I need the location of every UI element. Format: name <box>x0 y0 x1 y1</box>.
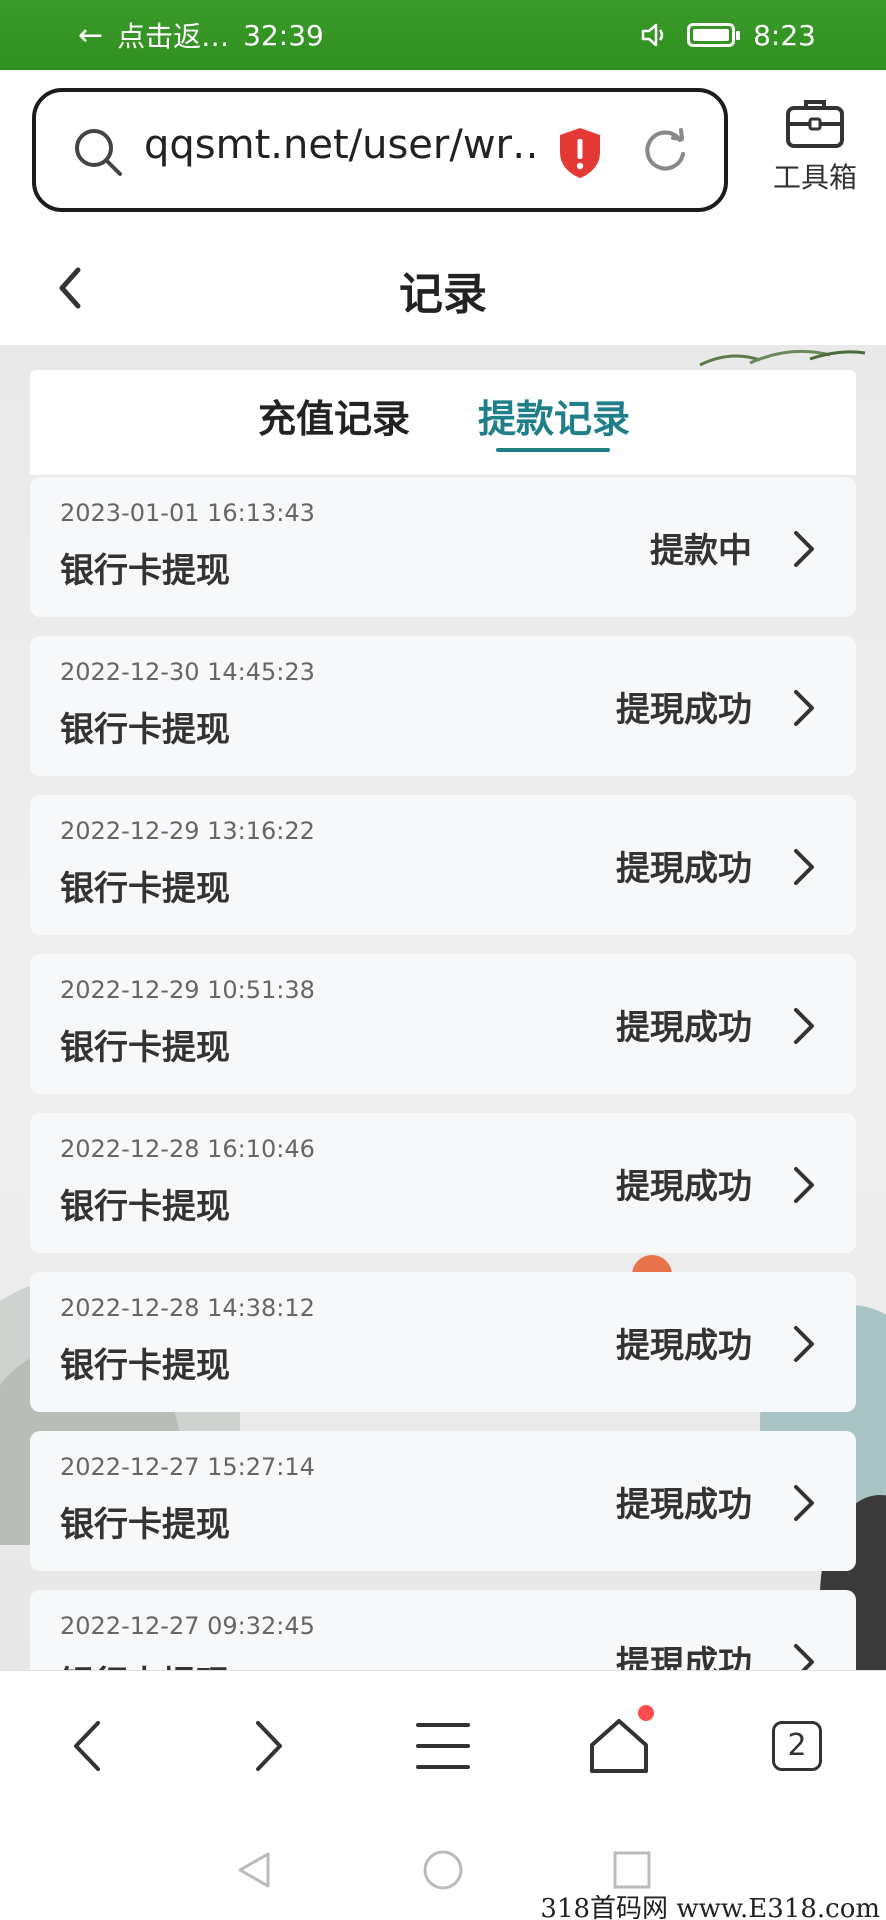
tab-withdrawal-records[interactable]: 提款记录 <box>478 388 630 443</box>
record-tabs: 充值记录 提款记录 <box>30 370 856 475</box>
chevron-right-icon <box>794 1485 814 1521</box>
list-item[interactable]: 2023-01-01 16:13:43 银行卡提现 提款中 <box>30 477 856 617</box>
list-item[interactable]: 2022-12-30 14:45:23 银行卡提现 提現成功 <box>30 636 856 776</box>
page-header: 记录 <box>0 230 886 345</box>
records-list: 2023-01-01 16:13:43 银行卡提现 提款中 2022-12-30… <box>30 477 856 1749</box>
record-status: 提現成功 <box>616 849 752 889</box>
browser-forward-icon[interactable] <box>232 1711 302 1781</box>
list-item[interactable]: 2022-12-29 13:16:22 银行卡提现 提現成功 <box>30 795 856 935</box>
record-time: 2022-12-28 16:10:46 <box>60 1135 315 1163</box>
chevron-right-icon <box>794 1167 814 1203</box>
browser-bottom-nav: 2 <box>0 1670 886 1820</box>
system-home-icon[interactable] <box>421 1848 465 1892</box>
status-bar: ← 点击返… 32:39 8:23 <box>0 0 886 70</box>
list-item[interactable]: 2022-12-29 10:51:38 银行卡提现 提現成功 <box>30 954 856 1094</box>
page-title: 记录 <box>399 269 487 320</box>
notification-dot <box>638 1705 654 1721</box>
browser-back-icon[interactable] <box>54 1711 124 1781</box>
record-time: 2022-12-29 10:51:38 <box>60 976 315 1004</box>
chevron-right-icon <box>794 690 814 726</box>
chevron-right-icon <box>794 531 814 567</box>
record-time: 2023-01-01 16:13:43 <box>60 499 315 527</box>
list-item[interactable]: 2022-12-28 16:10:46 银行卡提现 提現成功 <box>30 1113 856 1253</box>
system-recent-apps-icon[interactable] <box>610 1848 654 1892</box>
tab-recharge-records[interactable]: 充值记录 <box>258 388 410 443</box>
speaker-icon <box>641 23 664 47</box>
record-time: 2022-12-27 09:32:45 <box>60 1612 315 1640</box>
browser-toolbar: qqsmt.net/user/wr… 工具箱 <box>0 70 886 230</box>
clock: 8:23 <box>753 18 816 52</box>
shield-warning-icon[interactable] <box>556 126 604 180</box>
home-icon <box>590 1719 648 1773</box>
record-status: 提現成功 <box>616 1485 752 1525</box>
home-button[interactable] <box>584 1705 654 1781</box>
chevron-right-icon <box>794 1326 814 1362</box>
back-arrow-icon: ← <box>78 17 104 53</box>
watermark: 318首码网 www.E318.com <box>540 1894 880 1920</box>
tab-count-badge: 2 <box>772 1721 822 1771</box>
system-nav-bar: 318首码网 www.E318.com <box>0 1820 886 1920</box>
return-to-app[interactable]: ← 点击返… 32:39 <box>78 16 324 54</box>
record-type: 银行卡提现 <box>60 1346 230 1386</box>
system-back-icon[interactable] <box>232 1848 276 1892</box>
record-status: 提現成功 <box>616 1167 752 1207</box>
call-timer: 32:39 <box>243 18 324 52</box>
address-bar[interactable]: qqsmt.net/user/wr… <box>32 88 728 212</box>
toolbox-label: 工具箱 <box>772 161 857 194</box>
url-text: qqsmt.net/user/wr… <box>144 122 534 168</box>
record-type: 银行卡提现 <box>60 710 230 750</box>
toolbox-icon <box>786 100 844 148</box>
record-status: 提款中 <box>650 531 752 571</box>
record-type: 银行卡提现 <box>60 1028 230 1068</box>
record-status: 提現成功 <box>616 1326 752 1366</box>
toolbox-button[interactable]: 工具箱 <box>760 94 870 204</box>
list-item[interactable]: 2022-12-27 15:27:14 银行卡提现 提現成功 <box>30 1431 856 1571</box>
menu-icon[interactable] <box>408 1711 478 1781</box>
record-type: 银行卡提现 <box>60 551 230 591</box>
list-item[interactable]: 2022-12-28 14:38:12 银行卡提现 提現成功 <box>30 1272 856 1412</box>
tabs-button[interactable]: 2 <box>762 1711 832 1781</box>
refresh-icon[interactable] <box>640 126 690 176</box>
active-tab-indicator <box>496 448 610 452</box>
return-label: 点击返… <box>117 20 230 53</box>
search-icon <box>75 129 122 176</box>
record-status: 提現成功 <box>616 690 752 730</box>
record-status: 提現成功 <box>616 1008 752 1048</box>
record-type: 银行卡提现 <box>60 1505 230 1545</box>
chevron-right-icon <box>794 1008 814 1044</box>
record-type: 银行卡提现 <box>60 1187 230 1227</box>
record-time: 2022-12-27 15:27:14 <box>60 1453 315 1481</box>
record-type: 银行卡提现 <box>60 869 230 909</box>
record-time: 2022-12-28 14:38:12 <box>60 1294 315 1322</box>
chevron-right-icon <box>794 849 814 885</box>
record-time: 2022-12-30 14:45:23 <box>60 658 315 686</box>
battery-icon <box>687 23 741 47</box>
record-time: 2022-12-29 13:16:22 <box>60 817 315 845</box>
